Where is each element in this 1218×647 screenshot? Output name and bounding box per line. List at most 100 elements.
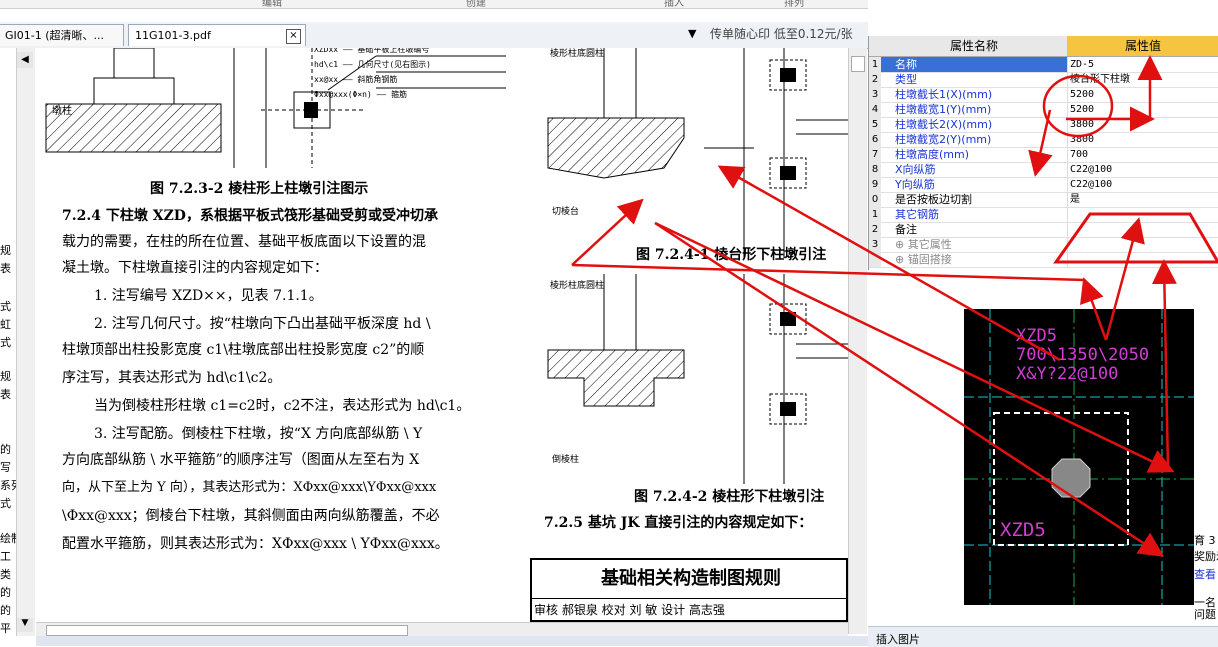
property-value-field[interactable]: C22@100 [1067, 162, 1218, 177]
property-name: 柱墩截长1(X)(mm) [895, 88, 993, 101]
property-value-field[interactable] [1067, 237, 1218, 252]
ribbon-strip: 编辑 创建 插入 排列 [0, 0, 868, 9]
close-icon[interactable]: × [286, 29, 301, 44]
ribbon-label-insert[interactable]: 插入 [664, 0, 684, 9]
doc-paragraph: 载力的需要，在柱的所在位置、基础平板底面以下设置的混 [62, 234, 426, 250]
left-scrollbar[interactable] [16, 48, 35, 636]
title-block-title: 基础相关构造制图规则 [601, 568, 781, 589]
left-snippet: 的 [0, 586, 11, 599]
doc-paragraph: 方向底部纵筋 \ 水平箍筋”的顺序注写（图面从左至右为 X [62, 452, 420, 468]
property-row[interactable]: 3 柱墩截长1(X)(mm) 5200 [869, 87, 1218, 103]
figure-label: 倒棱柱 [552, 455, 580, 465]
legend-line: xx@xx —— 斜筋角钢筋 [314, 75, 398, 84]
tab-label: 11G101-3.pdf [135, 29, 211, 42]
doc-paragraph: 向，从下至上为 Y 向），其表达形式为：XΦxx@xxx\YΦxx@xxx [62, 480, 437, 495]
property-value-field[interactable] [1067, 207, 1218, 222]
row-number: 2 [869, 222, 881, 237]
tab-label: GI01-1 (超清晰、... [5, 29, 105, 42]
property-name: ⊕ 锚固搭接 [895, 253, 952, 266]
property-row[interactable]: 7 柱墩高度(mm) 700 [869, 147, 1218, 163]
property-row[interactable]: 2 类型 棱台形下柱墩 [869, 72, 1218, 88]
doc-paragraph: 1. 注写编号 XZD××，见表 7.1.1。 [94, 288, 323, 304]
scroll-thumb[interactable] [46, 625, 408, 636]
row-number: 1 [869, 207, 881, 222]
doc-vertical-scrollbar[interactable] [848, 48, 867, 634]
row-number: 3 [869, 87, 881, 102]
figure-legend: XZDxx —— 基础平板上柱墩编号 hd\c1 —— 几何尺寸(见右图示) x… [314, 48, 431, 102]
property-name: ⊕ 其它属性 [895, 238, 952, 251]
scroll-down-icon[interactable]: ▼ [17, 618, 33, 632]
header-property-name[interactable]: 属性名称 [881, 36, 1067, 56]
property-value-field[interactable]: ZD-5 [1067, 57, 1218, 72]
caption-7-2-4-2: 图 7.2.4-2 棱柱形下柱墩引注 [634, 489, 825, 505]
property-row[interactable]: 9 Y向纵筋 C22@100 [869, 177, 1218, 193]
property-value-field[interactable]: 棱台形下柱墩 [1067, 72, 1218, 87]
property-name: 名称 [895, 58, 917, 71]
property-value-field[interactable] [1067, 252, 1218, 267]
property-value-field[interactable]: 是 [1067, 192, 1218, 207]
doc-paragraph: 配置水平箍筋，则其表达形式为：XΦxx@xxx \ YΦxx@xxx。 [62, 536, 449, 552]
ribbon-label-create[interactable]: 创建 [466, 0, 486, 9]
row-number: 7 [869, 147, 881, 162]
property-name: Y向纵筋 [895, 178, 935, 191]
property-name: 其它钢筋 [895, 208, 939, 221]
figure-label: 墩柱 [52, 106, 72, 117]
cad-annotation-line: X&Y?22@100 [1016, 364, 1119, 384]
left-snippet: 规 [0, 370, 11, 383]
status-strip [36, 636, 868, 646]
doc-paragraph: 柱墩顶部出柱投影宽度 c1\柱墩底部出柱投影宽度 c2”的顺 [62, 342, 425, 358]
property-row[interactable]: 5 柱墩截长2(X)(mm) 3800 [869, 117, 1218, 133]
row-number [869, 252, 881, 267]
doc-paragraph: 2. 注写几何尺寸。按“柱墩向下凸出基础平板深度 hd \ [94, 316, 431, 332]
left-snippet: 式 [0, 497, 11, 510]
caption-7-2-3-2: 图 7.2.3-2 棱柱形上柱墩引注图示 [150, 181, 369, 197]
doc-paragraph: \Φxx@xxx；倒棱台下柱墩，其斜侧面由两向纵筋覆盖，不必 [62, 508, 440, 524]
property-name: X向纵筋 [895, 163, 936, 176]
property-row[interactable]: 0 是否按板边切割 是 [869, 192, 1218, 208]
property-row[interactable]: ⊕ 锚固搭接 [869, 252, 1218, 268]
left-snippet: 类 [0, 568, 11, 581]
row-number: 1 [869, 57, 881, 72]
property-value-field[interactable]: 3800 [1067, 132, 1218, 147]
left-snippet: 平 [0, 622, 11, 635]
property-value-field[interactable]: 5200 [1067, 87, 1218, 102]
tab-11g101-3[interactable]: 11G101-3.pdf × [128, 24, 306, 46]
row-number: 3 [869, 237, 881, 252]
caption-7-2-4-1: 图 7.2.4-1 棱台形下柱墩引注 [636, 247, 827, 263]
doc-paragraph: 序注写，其表达形式为 hd\c1\c2。 [62, 370, 282, 386]
property-value-field[interactable]: 700 [1067, 147, 1218, 162]
doc-paragraph: 7.2.4 下柱墩 XZD，系根据平板式筏形基础受剪或受冲切承 [62, 208, 438, 224]
property-row[interactable]: 2 备注 [869, 222, 1218, 238]
cad-annotation-line: 700\1350\2050 [1016, 345, 1150, 365]
property-value-field[interactable]: 5200 [1067, 102, 1218, 117]
tab-gi01-1[interactable]: GI01-1 (超清晰、... [0, 24, 124, 46]
property-value-field[interactable]: 3800 [1067, 117, 1218, 132]
header-property-value[interactable]: 属性值 [1067, 36, 1218, 56]
property-row[interactable]: 1 名称 ZD-5 [869, 57, 1218, 73]
row-number: 5 [869, 117, 881, 132]
property-value-field[interactable]: C22@100 [1067, 177, 1218, 192]
property-row[interactable]: 6 柱墩截宽2(Y)(mm) 3800 [869, 132, 1218, 148]
ribbon-label-edit[interactable]: 编辑 [262, 0, 282, 9]
ribbon-label-arrange[interactable]: 排列 [784, 0, 804, 9]
property-row[interactable]: 1 其它钢筋 [869, 207, 1218, 223]
property-name: 柱墩截宽2(Y)(mm) [895, 133, 992, 146]
cad-canvas[interactable]: XZD5 700\1350\2050 X&Y?22@100 XZD5 [964, 309, 1194, 605]
doc-horizontal-scrollbar[interactable] [36, 622, 848, 637]
property-value-field[interactable] [1067, 222, 1218, 237]
chevron-down-icon[interactable]: ▼ [688, 27, 696, 40]
property-row[interactable]: 3 ⊕ 其它属性 [869, 237, 1218, 253]
collapse-left-icon[interactable]: ◀ [17, 52, 33, 68]
property-row[interactable]: 8 X向纵筋 C22@100 [869, 162, 1218, 178]
doc-paragraph: 当为倒棱柱形柱墩 c1=c2时，c2不注，表达形式为 hd\c1。 [94, 398, 471, 414]
property-name: 柱墩截宽1(Y)(mm) [895, 103, 992, 116]
scroll-thumb[interactable] [851, 56, 865, 72]
side-link[interactable]: 查看 [1194, 566, 1216, 582]
insert-image-button[interactable]: 插入图片 [876, 631, 920, 647]
row-number: 0 [869, 192, 881, 207]
property-row[interactable]: 4 柱墩截宽1(Y)(mm) 5200 [869, 102, 1218, 118]
title-block: 基础相关构造制图规则 审核 郝银泉 校对 刘 敏 设计 高志强 [530, 558, 848, 622]
ad-banner[interactable]: 传单随心印 低至0.12元/张 [710, 25, 853, 42]
side-snippet: 问题 [1194, 608, 1216, 621]
pdf-page: 墩柱 XZDxx —— 基础平板上柱墩编号 hd\c1 —— 几何尺寸(见右图示… [36, 48, 848, 622]
